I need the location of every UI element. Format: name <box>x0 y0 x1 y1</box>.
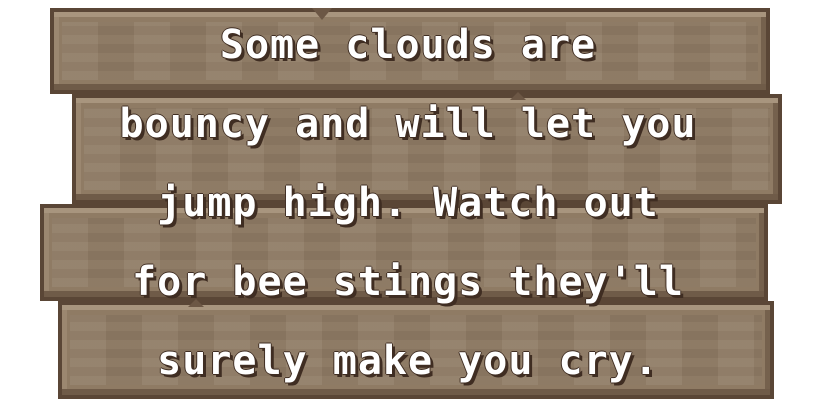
sign-message-line: bouncy and will let you <box>119 101 697 147</box>
sign-message-line: jump high. Watch out <box>157 180 659 226</box>
sign-message-line: for bee stings they'll <box>132 259 684 305</box>
sign-message-line: surely make you cry. <box>157 338 659 384</box>
sign-message: Some clouds are bouncy and will let you … <box>88 18 728 388</box>
sign-message-line: Some clouds are <box>219 22 597 68</box>
wooden-sign-dialog: Some clouds are bouncy and will let you … <box>0 0 815 408</box>
